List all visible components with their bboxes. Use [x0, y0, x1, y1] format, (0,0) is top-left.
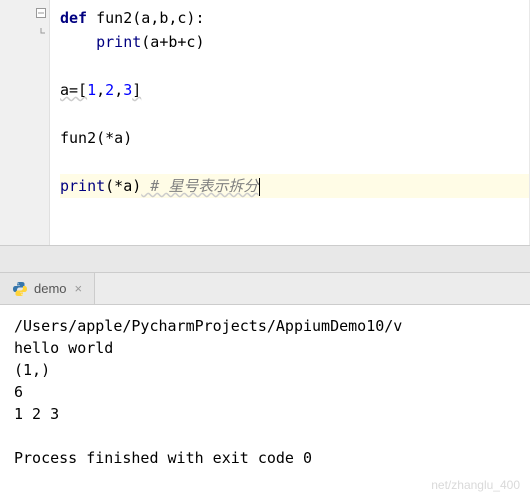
close-icon[interactable]: × [75, 281, 83, 296]
builtin-print: print [60, 177, 105, 195]
console-line: hello world [14, 337, 524, 359]
fold-collapse-icon[interactable] [35, 8, 47, 20]
console-line-empty [14, 425, 524, 447]
code-line: fun2(*a) [60, 126, 529, 150]
args: (*a) [105, 177, 141, 195]
code-line-active: print(*a) # 星号表示拆分 [60, 174, 529, 198]
code-editor[interactable]: def fun2(a,b,c): print(a+b+c) a=[1,2,3] … [50, 0, 530, 245]
comment: # 星号表示拆分 [141, 177, 258, 195]
console-tab-bar: demo × [0, 273, 530, 305]
fold-end-icon [35, 28, 47, 40]
keyword-def: def [60, 9, 87, 27]
code-line: def fun2(a,b,c): [60, 6, 529, 30]
args: (a+b+c) [141, 33, 204, 51]
editor-pane: def fun2(a,b,c): print(a+b+c) a=[1,2,3] … [0, 0, 530, 245]
params: (a,b,c): [132, 9, 204, 27]
text-cursor [259, 178, 260, 196]
console-line: 1 2 3 [14, 403, 524, 425]
watermark: net/zhanglu_400 [431, 474, 520, 496]
console-path: /Users/apple/PycharmProjects/AppiumDemo1… [14, 315, 524, 337]
code-line-empty [60, 150, 529, 174]
var-assign: a=[ [60, 81, 87, 99]
builtin-print: print [96, 33, 141, 51]
console-line: (1,) [14, 359, 524, 381]
code-line: print(a+b+c) [60, 30, 529, 54]
function-name: fun2 [87, 9, 132, 27]
console-line: 6 [14, 381, 524, 403]
tab-label: demo [34, 281, 67, 296]
code-line-empty [60, 102, 529, 126]
console-exit-message: Process finished with exit code 0 [14, 447, 524, 469]
python-icon [12, 281, 28, 297]
function-call: fun2(*a) [60, 129, 132, 147]
pane-divider[interactable] [0, 245, 530, 273]
code-line: a=[1,2,3] [60, 78, 529, 102]
gutter [0, 0, 50, 245]
code-line-empty [60, 54, 529, 78]
console-output[interactable]: /Users/apple/PycharmProjects/AppiumDemo1… [0, 305, 530, 500]
console-tab-demo[interactable]: demo × [0, 273, 95, 304]
